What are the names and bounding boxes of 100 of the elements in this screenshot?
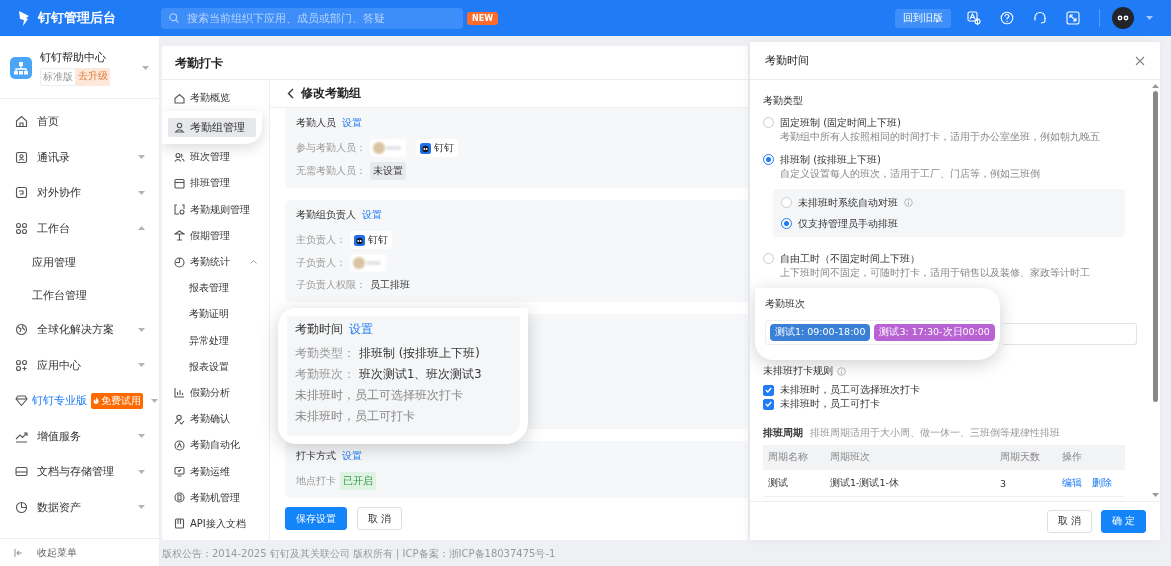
help-icon[interactable]	[1000, 11, 1014, 25]
device-icon	[174, 492, 185, 504]
nav-item[interactable]: 全球化解决方案	[0, 312, 159, 348]
shift-field[interactable]	[1003, 323, 1137, 345]
set-link[interactable]: 设置	[349, 320, 373, 338]
app-title: 钉钉管理后台	[38, 9, 116, 27]
apps-icon	[15, 358, 28, 372]
submenu-item[interactable]: 考勤确认	[162, 406, 269, 433]
caret-icon	[142, 66, 149, 70]
nav-item[interactable]: 通讯录	[0, 139, 159, 175]
expand-icon[interactable]	[1066, 11, 1080, 25]
table-cell-text: 测试1-测试1-休	[829, 476, 900, 490]
nav-subitem[interactable]: 应用管理	[0, 246, 159, 279]
home-icon	[15, 115, 28, 129]
radio-button[interactable]	[763, 253, 774, 264]
radio-button[interactable]	[781, 218, 792, 229]
section-label: 考勤班次	[765, 297, 806, 311]
nav-item[interactable]: 应用中心	[0, 347, 159, 383]
search-field[interactable]: 搜索当前组织下应用、成员或部门、答疑	[161, 7, 463, 29]
status-tag: 已开启	[340, 472, 376, 490]
bar-chart-icon	[174, 387, 185, 399]
radio-button[interactable]	[781, 197, 792, 208]
section-title: 考勤时间	[295, 320, 343, 338]
collapse-menu-link[interactable]: 收起菜单	[37, 545, 77, 560]
option-label[interactable]: 仅支持管理员手动排班	[798, 216, 898, 231]
confirm-button[interactable]: 确 定	[1100, 509, 1146, 533]
nav-item[interactable]: 钉钉专业版 免费试用	[0, 383, 159, 419]
cancel-button[interactable]: 取 消	[357, 507, 403, 530]
nav-item[interactable]: 工作台	[0, 210, 159, 246]
option-label[interactable]: 固定班制 (固定时间上下班)	[780, 115, 901, 130]
shift-field[interactable]: 测试1: 09:00-18:00 测试3: 17:30-次日00:00	[765, 320, 993, 345]
submenu-item[interactable]: 考勤机管理	[162, 484, 269, 511]
radio-button[interactable]	[763, 154, 774, 165]
submenu-item[interactable]: 排班管理	[162, 170, 269, 197]
robot-avatar-icon	[420, 142, 431, 154]
submenu-item[interactable]: 考勤自动化	[162, 432, 269, 459]
action-link[interactable]: 编辑	[1062, 476, 1082, 490]
nav-item[interactable]: 首页	[0, 104, 159, 140]
contact-card-icon	[15, 150, 28, 164]
check-icon	[765, 387, 772, 393]
page-title: 考勤打卡	[162, 46, 748, 80]
scrollbar-thumb[interactable]	[1152, 91, 1158, 403]
column-header: 周期天数	[999, 451, 1041, 464]
field-label: 考勤班次：	[295, 367, 355, 382]
nav-item[interactable]: 对外协作	[0, 175, 159, 211]
document-icon	[174, 518, 185, 530]
submenu-item[interactable]: 假期管理	[162, 222, 269, 249]
user-name: 钉钉	[434, 141, 454, 155]
column-header: 操作	[1061, 451, 1083, 464]
submenu-item[interactable]: 班次管理	[162, 144, 269, 171]
badge-text: 免费试用	[101, 393, 141, 408]
set-link[interactable]: 设置	[342, 116, 362, 130]
radio-button[interactable]	[763, 117, 774, 128]
chat-icon	[15, 186, 28, 200]
column-header: 周期班次	[829, 451, 871, 464]
table-cell-text: 3	[999, 477, 1008, 489]
user-name: 钉钉	[368, 233, 388, 247]
monitor-icon	[174, 466, 185, 478]
nav-item[interactable]: 增值服务	[0, 418, 159, 454]
field-label: 主负责人：	[296, 233, 346, 247]
submenu-item[interactable]: 假勤分析	[162, 379, 269, 407]
section-label: 未排班打卡规则	[763, 364, 833, 378]
option-label[interactable]: 排班制 (按排班上下班)	[780, 152, 881, 167]
submenu-item[interactable]: 考勤规则管理	[162, 196, 269, 223]
submenu-item[interactable]: API接入文档	[162, 510, 269, 537]
checkbox[interactable]	[763, 384, 774, 396]
field-value: 班次测试1、班次测试3	[359, 367, 482, 382]
submenu-subitem[interactable]: 考勤证明	[162, 301, 269, 328]
shift-tag[interactable]: 测试3: 17:30-次日00:00	[874, 324, 995, 341]
action-link[interactable]: 删除	[1092, 476, 1112, 490]
nav-item[interactable]: 文档与存储管理	[0, 454, 159, 490]
submenu-item[interactable]: 考勤统计	[162, 248, 269, 276]
set-link[interactable]: 设置	[362, 208, 382, 222]
option-label[interactable]: 自由工时（不固定时间上下班）	[780, 251, 920, 266]
close-icon[interactable]	[1135, 55, 1145, 66]
submenu-subitem[interactable]: 异常处理	[162, 327, 269, 354]
nav-subitem[interactable]: 工作台管理	[0, 279, 159, 312]
storage-icon	[15, 465, 28, 479]
option-label[interactable]: 未排班时系统自动对班	[798, 195, 898, 210]
new-badge: NEW	[467, 11, 498, 25]
option-description: 考勤组中所有人按照相同的时间打卡，适用于办公室坐班，例如朝九晚五	[779, 131, 1101, 144]
translate-icon[interactable]	[967, 11, 981, 25]
submenu-item[interactable]: 考勤概览	[162, 85, 269, 112]
section-label: 排班周期	[763, 426, 803, 440]
submenu-item[interactable]: 考勤组管理	[168, 118, 256, 138]
checkbox[interactable]	[763, 398, 774, 410]
shift-tag[interactable]: 测试1: 09:00-18:00	[770, 324, 871, 341]
submenu-subitem[interactable]: 报表管理	[162, 275, 269, 302]
nav-item[interactable]: 数据资产	[0, 489, 159, 525]
save-button[interactable]: 保存设置	[285, 507, 347, 530]
headset-icon[interactable]	[1033, 11, 1047, 25]
avatar-icon[interactable]	[1112, 7, 1134, 29]
form-title: 修改考勤组	[301, 86, 361, 101]
cancel-button[interactable]: 取 消	[1046, 509, 1092, 533]
org-name: 钉钉帮助中心	[40, 50, 107, 65]
field-label: 地点打卡	[296, 474, 336, 488]
submenu-subitem[interactable]: 报表设置	[162, 353, 269, 380]
submenu-item[interactable]: 考勤运维	[162, 458, 269, 485]
person-check-icon	[174, 413, 185, 425]
set-link[interactable]: 设置	[342, 449, 362, 463]
